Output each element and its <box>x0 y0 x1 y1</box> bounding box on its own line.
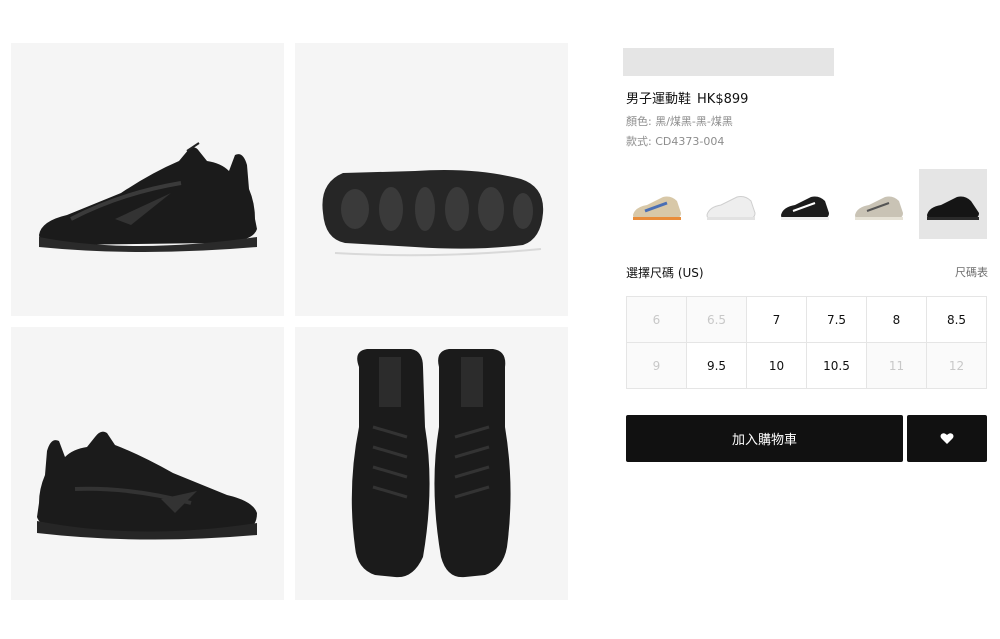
shoe-thumb-black <box>927 196 979 220</box>
product-image-medial[interactable] <box>11 327 284 600</box>
size-option[interactable]: 7 <box>746 296 807 343</box>
size-option[interactable]: 7.5 <box>806 296 867 343</box>
size-option: 12 <box>926 342 987 389</box>
size-option[interactable]: 10 <box>746 342 807 389</box>
variant-grey[interactable] <box>845 169 913 239</box>
product-info: 男子運動鞋 HK$899 顏色: 黑/煤黑-黑-煤黑 款式: CD4373-004 <box>623 48 988 462</box>
product-name-price: 男子運動鞋 HK$899 <box>626 88 754 107</box>
size-option: 11 <box>866 342 927 389</box>
variant-black[interactable] <box>919 169 987 239</box>
shoe-thumb-grey <box>855 196 903 220</box>
size-option[interactable]: 10.5 <box>806 342 867 389</box>
product-gallery <box>11 43 568 600</box>
size-option[interactable]: 9.5 <box>686 342 747 389</box>
size-grid: 6 6.5 7 7.5 8 8.5 9 9.5 10 10.5 11 12 <box>626 296 988 390</box>
shoe-top-view <box>351 349 511 578</box>
variant-white[interactable] <box>697 169 765 239</box>
color-variants <box>623 169 988 239</box>
shoe-thumb-black-white <box>781 196 829 220</box>
product-price: HK$899 <box>697 92 749 107</box>
size-option: 6.5 <box>686 296 747 343</box>
shoe-sole-view <box>322 170 544 257</box>
product-image-side[interactable] <box>11 43 284 316</box>
favorite-button[interactable] <box>907 415 987 462</box>
product-image-sole[interactable] <box>295 43 568 316</box>
variant-black-white[interactable] <box>771 169 839 239</box>
add-to-cart-button[interactable]: 加入購物車 <box>626 415 903 462</box>
heart-icon <box>940 433 954 444</box>
title-placeholder <box>623 48 834 76</box>
product-image-top[interactable] <box>295 327 568 600</box>
product-style-code: 款式: CD4373-004 <box>626 135 725 148</box>
variant-multicolor[interactable] <box>623 169 691 239</box>
size-option[interactable]: 8.5 <box>926 296 987 343</box>
size-option: 9 <box>626 342 687 389</box>
shoe-thumb-multicolor <box>633 196 681 220</box>
size-guide-link[interactable]: 尺碼表 <box>955 264 988 280</box>
shoe-medial-view <box>37 431 257 540</box>
product-color: 顏色: 黑/煤黑-黑-煤黑 <box>626 115 733 128</box>
size-label: 選擇尺碼 (US) <box>626 266 704 280</box>
shoe-side-view <box>39 142 257 252</box>
product-name: 男子運動鞋 <box>626 92 692 107</box>
size-option[interactable]: 8 <box>866 296 927 343</box>
size-option: 6 <box>626 296 687 343</box>
shoe-thumb-white <box>706 196 756 220</box>
